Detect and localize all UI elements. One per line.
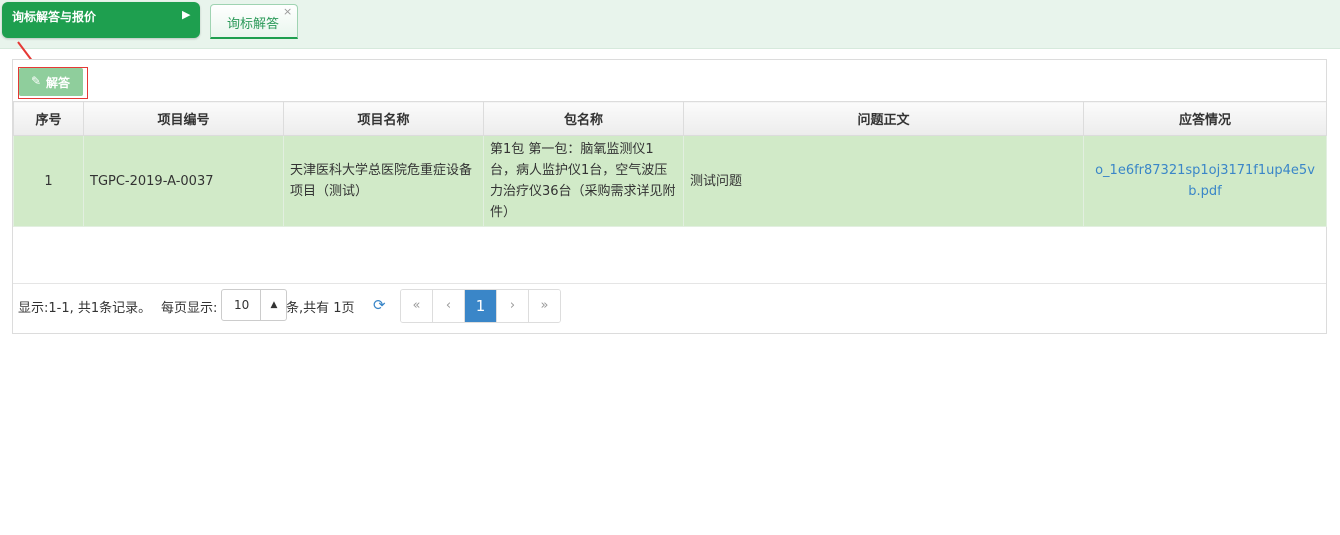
- column-header-answer-status[interactable]: 应答情况: [1083, 101, 1327, 136]
- page-size-value: 10: [234, 298, 250, 312]
- answer-file-link-text[interactable]: o_1e6fr87321sp1oj3171f1up4e5vb.pdf: [1095, 163, 1315, 199]
- tab-label: 询标解答: [227, 17, 280, 32]
- cell-package-name: 第1包 第一包：脑氧监测仪1台，病人监护仪1台，空气波压力治疗仪36台（采购需求…: [483, 135, 684, 227]
- column-header-project-name[interactable]: 项目名称: [283, 101, 484, 136]
- answer-file-link[interactable]: o_1e6fr87321sp1oj3171f1up4e5vb.pdf: [1083, 135, 1327, 227]
- pager-next-button[interactable]: ›: [497, 290, 529, 322]
- pager-current-page[interactable]: 1: [465, 290, 497, 322]
- column-header-project-no[interactable]: 项目编号: [83, 101, 284, 136]
- menu-button-bid-answer-quote[interactable]: 询标解答与报价 ▶: [2, 2, 200, 38]
- cell-index: 1: [13, 135, 84, 227]
- pager-first-button[interactable]: «: [401, 290, 433, 322]
- record-info: 显示:1-1, 共1条记录。: [18, 301, 152, 316]
- table-header-row: 序号 项目编号 项目名称 包名称 问题正文 应答情况: [13, 101, 1327, 136]
- pager: « ‹ 1 › »: [400, 289, 561, 323]
- pager-prev-button[interactable]: ‹: [433, 290, 465, 322]
- annotation-highlight-box: [18, 67, 88, 99]
- column-header-question[interactable]: 问题正文: [683, 101, 1084, 136]
- caret-up-icon[interactable]: ▲: [260, 290, 287, 320]
- tab-bid-answer[interactable]: 询标解答 ×: [210, 4, 298, 39]
- column-header-index[interactable]: 序号: [13, 101, 84, 136]
- cell-project-no: TGPC-2019-A-0037: [83, 135, 284, 227]
- top-bar: 询标解答与报价 ▶ 询标解答 ×: [0, 0, 1340, 49]
- pager-last-button[interactable]: »: [529, 290, 560, 322]
- cell-question: 测试问题: [683, 135, 1084, 227]
- column-header-package-name[interactable]: 包名称: [483, 101, 684, 136]
- data-table: 序号 项目编号 项目名称 包名称 问题正文 应答情况 1 TGPC-2019-A…: [13, 101, 1327, 227]
- total-pages-label: 条,共有 1页: [286, 301, 355, 316]
- cell-project-name: 天津医科大学总医院危重症设备项目（测试）: [283, 135, 484, 227]
- main-panel: ✎ 解答 序号 项目编号 项目名称 包名称 问题正文 应答情况 1 TGPC-2…: [12, 59, 1327, 334]
- close-icon[interactable]: ×: [283, 5, 292, 18]
- play-icon: ▶: [182, 8, 191, 21]
- table-empty-area: [13, 224, 1326, 284]
- toolbar: ✎ 解答: [13, 60, 1326, 101]
- per-page-label: 每页显示:: [161, 301, 218, 316]
- pagination-footer: 显示:1-1, 共1条记录。 每页显示: 10 ▲ 条,共有 1页 ⟳ « ‹ …: [13, 284, 1326, 332]
- refresh-icon[interactable]: ⟳: [373, 296, 386, 314]
- menu-button-label: 询标解答与报价: [12, 10, 97, 24]
- page-size-stepper[interactable]: 10 ▲: [221, 289, 287, 321]
- table-row[interactable]: 1 TGPC-2019-A-0037 天津医科大学总医院危重症设备项目（测试） …: [13, 135, 1327, 227]
